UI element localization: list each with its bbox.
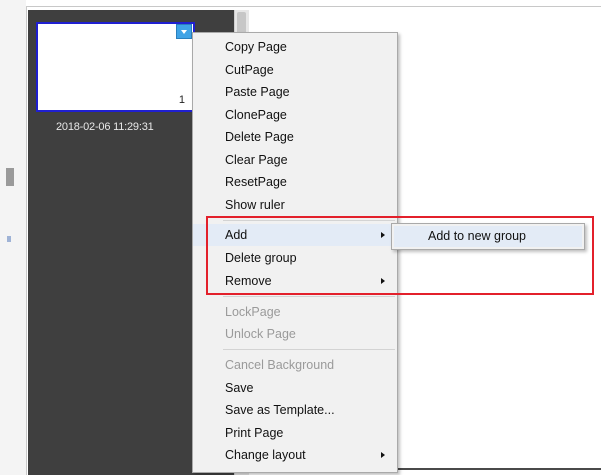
edge-mark: [6, 168, 14, 186]
bottom-edge-bar: [395, 468, 601, 470]
page-timestamp: 2018-02-06 11:29:31: [56, 121, 154, 133]
page-number: 1: [178, 94, 185, 106]
menu-item-paste-page[interactable]: Paste Page: [193, 81, 397, 103]
menu-item-label: Paste Page: [225, 85, 290, 99]
menu-item-label: Cancel Background: [225, 358, 335, 372]
menu-item-save[interactable]: Save: [193, 377, 397, 399]
page-thumbnail[interactable]: 1: [36, 22, 195, 112]
menu-item-unlock-page: Unlock Page: [193, 323, 397, 345]
menu-item-cancel-background: Cancel Background: [193, 354, 397, 376]
menu-separator: [223, 349, 395, 350]
menu-item-label: LockPage: [225, 305, 281, 319]
menu-item-label: Print Page: [225, 426, 284, 440]
menu-item-reset-page[interactable]: ResetPage: [193, 171, 397, 193]
edge-tick: [7, 236, 11, 242]
chevron-down-icon: [181, 30, 187, 34]
menu-item-show-ruler[interactable]: Show ruler: [193, 194, 397, 216]
menu-item-cut-page[interactable]: CutPage: [193, 59, 397, 81]
menu-item-label: ClonePage: [225, 108, 287, 122]
menu-item-lock-page: LockPage: [193, 301, 397, 323]
menu-item-clear-page[interactable]: Clear Page: [193, 149, 397, 171]
submenu-arrow-icon: [381, 452, 385, 458]
annotation-highlight-box: [206, 216, 594, 295]
menu-item-print-page[interactable]: Print Page: [193, 422, 397, 444]
menu-item-clone-page[interactable]: ClonePage: [193, 104, 397, 126]
menu-item-label: Show ruler: [225, 198, 285, 212]
menu-item-change-layout[interactable]: Change layout: [193, 444, 397, 466]
menu-item-label: CutPage: [225, 63, 274, 77]
menu-item-label: Change layout: [225, 448, 306, 462]
menu-item-label: Copy Page: [225, 40, 287, 54]
menu-item-label: Delete Page: [225, 130, 294, 144]
menu-item-label: Save: [225, 381, 254, 395]
menu-item-label: Unlock Page: [225, 327, 296, 341]
menu-item-label: ResetPage: [225, 175, 287, 189]
menu-separator: [223, 296, 395, 297]
thumbnail-dropdown-button[interactable]: [176, 24, 192, 39]
menu-item-label: Save as Template...: [225, 403, 335, 417]
menu-item-copy-page[interactable]: Copy Page: [193, 36, 397, 58]
left-edge-strip: [0, 0, 26, 475]
menu-item-label: Clear Page: [225, 153, 288, 167]
menu-item-delete-page[interactable]: Delete Page: [193, 126, 397, 148]
menu-item-save-as-template[interactable]: Save as Template...: [193, 399, 397, 421]
